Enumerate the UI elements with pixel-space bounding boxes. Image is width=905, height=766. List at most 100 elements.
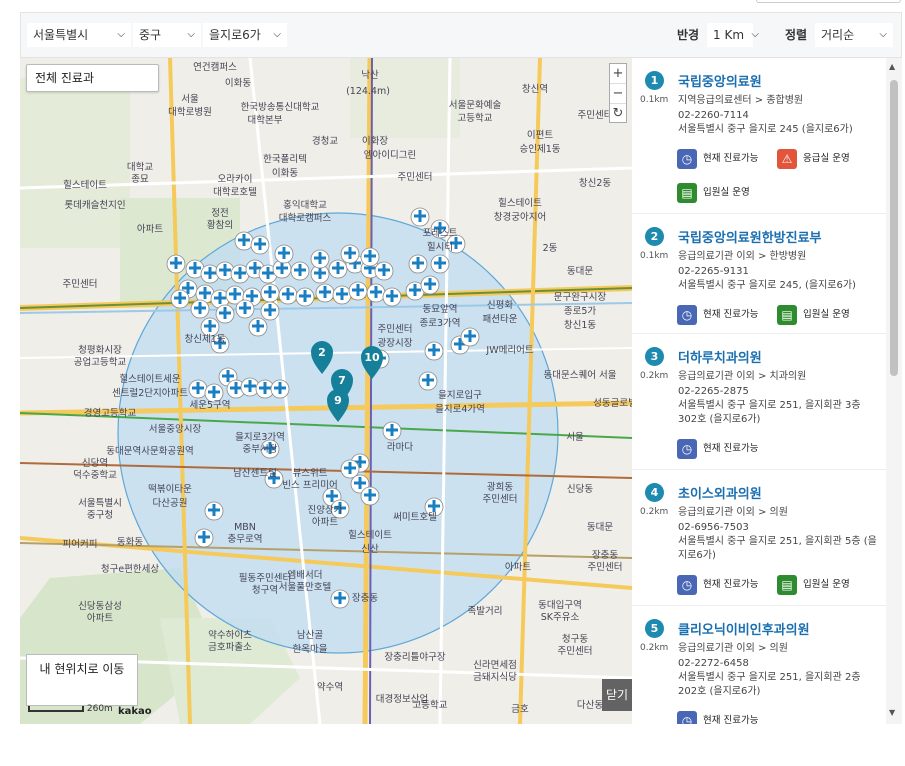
hospital-name-link[interactable]: 더하루치과의원 [678, 347, 762, 366]
hospital-marker-icon[interactable] [270, 379, 290, 399]
hospital-name-link[interactable]: 국립중앙의료원 [678, 71, 762, 90]
scroll-up-icon[interactable]: ▲ [889, 62, 895, 71]
hospital-marker-icon[interactable] [360, 486, 380, 506]
map-label: 신라면세점 [473, 659, 517, 671]
map-label: 대학교 [127, 162, 153, 173]
map-label: 서울 [566, 432, 584, 443]
hospital-marker-icon[interactable] [290, 261, 310, 281]
close-button[interactable]: 닫기 [602, 679, 632, 711]
hospital-marker-icon[interactable] [250, 235, 270, 255]
scrollbar-thumb[interactable] [890, 80, 898, 376]
district-select-value: 중구 [139, 28, 162, 42]
hospital-marker-icon[interactable] [366, 283, 386, 303]
list-item[interactable]: 4 0.2km 초이스외과의원 응급의료기관 이외 > 의원 02-6956-7… [632, 470, 886, 606]
hospital-name-link[interactable]: 국립중앙의료원한방진료부 [678, 227, 822, 246]
item-number: 4 [645, 483, 664, 502]
hospital-marker-icon[interactable] [170, 289, 190, 309]
list-item[interactable]: 3 0.2km 더하루치과의원 응급의료기관 이외 > 치과의원 02-2265… [632, 334, 886, 470]
hospital-marker-icon[interactable] [382, 287, 402, 307]
hospital-marker-icon[interactable] [166, 254, 186, 274]
scroll-down-icon[interactable]: ▼ [889, 708, 895, 717]
list-item[interactable]: 5 0.2km 클리오닉이비인후과의원 응급의료기관 이외 > 의원 02-22… [632, 606, 886, 724]
hospital-marker-icon[interactable] [330, 589, 350, 609]
hospital-marker-icon[interactable] [340, 459, 360, 479]
hospital-marker-icon[interactable] [348, 281, 368, 301]
hospital-marker-icon[interactable] [248, 317, 268, 337]
hospital-name-link[interactable]: 클리오닉이비인후과의원 [678, 619, 810, 638]
hospital-marker-icon[interactable] [424, 341, 444, 361]
item-distance: 0.1km [640, 251, 669, 261]
map-label: 힐스테이트세운 [119, 373, 180, 385]
hospital-marker-icon[interactable] [430, 254, 450, 274]
chevron-down-icon: ⌵ [273, 29, 281, 40]
badge-label: 현재 진료가능 [703, 309, 759, 320]
hospital-marker-icon[interactable] [188, 379, 208, 399]
bed-icon: ▤ [777, 305, 797, 325]
map-label: 종로3가역 [419, 318, 460, 329]
hospital-marker-icon[interactable] [382, 421, 402, 441]
map-label: 한옥마을 [293, 644, 328, 655]
map-label: 금돼지식당 [473, 672, 517, 683]
hospital-marker-icon[interactable] [190, 299, 210, 319]
hospital-marker-icon[interactable] [328, 259, 348, 279]
hospital-name-link[interactable]: 초이스외과의원 [678, 483, 762, 502]
all-departments-button[interactable]: 전체 진료과 [26, 64, 159, 92]
zoom-out-button[interactable]: − [610, 84, 626, 104]
map-label: 센트럴2단지아파트 [112, 388, 188, 399]
hospital-marker-icon[interactable] [360, 247, 380, 267]
list-item[interactable]: 1 0.1km 국립중앙의료원 지역응급의료센터 > 종합병원 02-2260-… [632, 58, 886, 214]
map-label: 신당동 [567, 484, 593, 495]
sort-select[interactable]: 거리순 ⌵ [815, 23, 893, 47]
list-item[interactable]: 2 0.1km 국립중앙의료원한방진료부 응급의료기관 이외 > 한방병원 02… [632, 214, 886, 334]
hospital-marker-icon[interactable] [418, 371, 438, 391]
hospital-marker-icon[interactable] [260, 283, 280, 303]
map-label: 장충동 [592, 550, 618, 561]
hospital-marker-icon[interactable] [215, 304, 235, 324]
hospital-marker-icon[interactable] [315, 283, 335, 303]
map-label: (124.4m) [346, 86, 390, 97]
item-address: 서울특별시 중구 을지로 245 (을지로6가) [678, 124, 853, 135]
map-label: 종묘 [131, 174, 149, 185]
map-label: 홍익대학교 [283, 199, 327, 211]
hospital-marker-icon[interactable] [235, 299, 255, 319]
hospital-marker-icon[interactable] [274, 244, 294, 264]
map-label: 동대문 [567, 266, 593, 277]
hospital-marker-icon[interactable] [410, 207, 430, 227]
hospital-marker-icon[interactable] [234, 231, 254, 251]
map-label: 뷰스위트 [293, 467, 328, 479]
hospital-marker-icon[interactable] [332, 285, 352, 305]
hospital-marker-icon[interactable] [204, 501, 224, 521]
map-view[interactable]: 연건캠퍼스 이화동 낙산 (124.4m) 창신역 서울 대학로병원 한국방송통신대학교 대학본… [20, 58, 632, 724]
cluster-count-label: 7 [338, 374, 346, 387]
radius-select[interactable]: 1 Km ⌵ [707, 23, 759, 47]
zoom-control: + − ↻ [609, 63, 627, 123]
map-label: 충무로역 [228, 534, 263, 545]
hospital-marker-icon[interactable] [310, 249, 330, 269]
item-address: 서울특별시 중구 을지로 251, 을지회관 2층 202호 (을지로6가) [678, 672, 861, 697]
reset-icon[interactable]: ↻ [610, 104, 626, 124]
hospital-marker-icon[interactable] [260, 301, 280, 321]
map-label: 창신역 [522, 84, 548, 95]
zoom-in-button[interactable]: + [610, 64, 626, 84]
cluster-count-label: 2 [318, 346, 326, 359]
my-location-button[interactable]: 내 현위치로 이동 [26, 654, 138, 706]
hospital-marker-icon[interactable] [420, 275, 440, 295]
hospital-marker-icon[interactable] [408, 254, 428, 274]
hospital-list[interactable]: 1 0.1km 국립중앙의료원 지역응급의료센터 > 종합병원 02-2260-… [632, 58, 902, 724]
dong-select[interactable]: 을지로6가 ⌵ [203, 23, 287, 47]
map-label: 황참의 [207, 220, 233, 231]
item-distance: 0.1km [640, 95, 669, 105]
cluster-count-label: 10 [364, 351, 380, 364]
district-select[interactable]: 중구 ⌵ [133, 23, 201, 47]
city-select[interactable]: 서울특별시 ⌵ [27, 23, 131, 47]
map-canvas[interactable]: 연건캠퍼스이화동낙산(124.4m) 창신역서울대학로병원 한국방송통신대학교대학본… [20, 58, 632, 724]
hospital-marker-icon[interactable] [194, 528, 214, 548]
hospital-marker-icon[interactable] [460, 327, 480, 347]
hospital-marker-icon[interactable] [340, 244, 360, 264]
hospital-marker-icon[interactable] [295, 287, 315, 307]
map-label: 힐스테이트 [63, 179, 107, 191]
map-label: 약수하이츠 [208, 629, 252, 641]
map-label: 떡볶이타운 [148, 484, 192, 495]
hospital-marker-icon[interactable] [278, 285, 298, 305]
hospital-marker-icon[interactable] [374, 261, 394, 281]
